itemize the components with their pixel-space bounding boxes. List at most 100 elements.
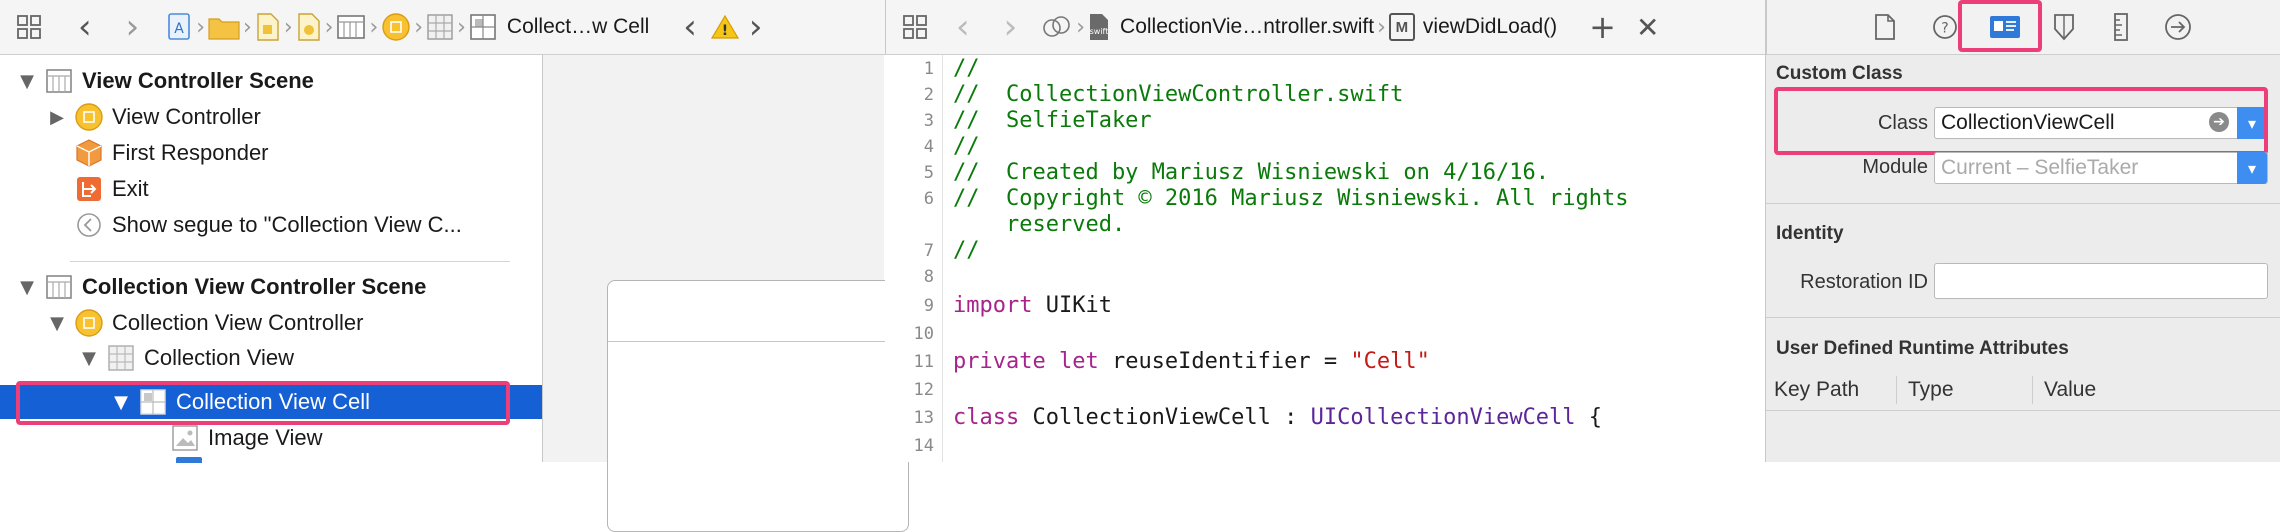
size-inspector-icon[interactable] (2111, 12, 2131, 42)
storyboard-canvas[interactable] (543, 55, 909, 532)
storyboard-file-icon[interactable] (255, 13, 281, 41)
swift-file-icon[interactable]: swift (1088, 13, 1110, 41)
code-token: private let (953, 349, 1099, 374)
line-number: 11 (913, 352, 934, 372)
identity-inspector-icon[interactable] (1983, 7, 2027, 47)
outline-row-label: Collection View Controller Scene (82, 274, 427, 299)
module-placeholder: Current – SelfieTaker (1941, 156, 2139, 179)
module-label: Module (1862, 156, 1928, 178)
module-field[interactable]: Current – SelfieTaker ▾ (1934, 152, 2268, 184)
view-controller-icon (74, 102, 104, 132)
restoration-id-field[interactable] (1934, 263, 2268, 299)
automatic-mode-icon[interactable] (1041, 13, 1073, 41)
close-editor-icon[interactable]: ✕ (1636, 11, 1659, 44)
path-separator-icon: › (457, 14, 466, 40)
path-separator-icon: › (1377, 14, 1386, 40)
back-chevron-icon[interactable]: ‹ (78, 10, 92, 44)
class-label: Class (1877, 112, 1928, 134)
code-token: UICollectionViewCell (1310, 405, 1576, 430)
outline-row-first-responder[interactable]: First Responder (0, 135, 542, 171)
disclosure-triangle-open-icon[interactable]: ▼ (16, 277, 38, 298)
code-line: import UIKit (953, 293, 1112, 318)
breadcrumb-current[interactable]: Collect…w Cell (507, 15, 649, 39)
outline-row-scene[interactable]: ▼ View Controller Scene (0, 63, 542, 99)
path-separator-icon: › (369, 14, 379, 40)
column-header-key-path[interactable]: Key Path (1774, 378, 1859, 402)
connections-inspector-icon[interactable] (2163, 12, 2193, 42)
line-number: 3 (923, 111, 934, 131)
outline-row-collection-view[interactable]: ▼ Collection View (0, 340, 542, 376)
outline-row-label: View Controller Scene (82, 68, 314, 93)
warning-icon[interactable]: ! (710, 14, 739, 40)
restoration-id-label: Restoration ID (1800, 271, 1928, 293)
previous-issue-chevron-icon[interactable]: ‹ (683, 10, 697, 44)
editor-method-name[interactable]: viewDidLoad() (1423, 15, 1557, 39)
outline-row-collection-view-controller[interactable]: ▼ Collection View Controller (0, 305, 542, 341)
outline-row-exit[interactable]: Exit (0, 171, 542, 207)
collection-view-icon[interactable] (426, 13, 454, 41)
navigate-arrow-icon[interactable]: ➔ (2209, 112, 2229, 132)
file-inspector-icon[interactable] (1873, 13, 1897, 41)
scene-icon (44, 272, 74, 302)
disclosure-triangle-open-icon[interactable]: ▼ (46, 313, 68, 334)
disclosure-triangle-open-icon[interactable]: ▼ (78, 348, 100, 369)
document-outline: ▼ View Controller Scene ▶ View Controlle… (0, 55, 542, 463)
code-token: "Cell" (1350, 349, 1430, 374)
code-line: // (953, 56, 980, 81)
back-chevron-icon[interactable]: ‹ (956, 10, 970, 44)
collection-view-cell-icon[interactable] (469, 13, 497, 41)
column-header-type[interactable]: Type (1908, 378, 1954, 402)
line-gutter: 1 2 3 4 5 6 7 8 9 10 11 12 13 14 (885, 55, 943, 462)
code-editor[interactable]: 1 2 3 4 5 6 7 8 9 10 11 12 13 14 // // C… (885, 55, 1765, 462)
forward-chevron-icon[interactable]: › (126, 10, 140, 44)
module-dropdown-icon[interactable]: ▾ (2237, 152, 2267, 184)
storyboard-base-icon[interactable] (296, 13, 322, 41)
attributes-inspector-icon[interactable] (2049, 12, 2079, 42)
disclosure-triangle-open-icon[interactable]: ▼ (110, 392, 132, 413)
outline-row-view-controller[interactable]: ▶ View Controller (0, 99, 542, 135)
runtime-attributes-table-header: Key Path Type Value (1766, 370, 2280, 411)
code-line: private let reuseIdentifier = "Cell" (953, 349, 1430, 374)
related-items-icon[interactable] (898, 14, 932, 40)
add-editor-icon[interactable]: + (1589, 8, 1616, 46)
path-separator-icon: › (243, 14, 252, 40)
outline-row-scene[interactable]: ▼ Collection View Controller Scene (0, 269, 542, 305)
column-header-value[interactable]: Value (2044, 378, 2096, 402)
column-divider (2032, 376, 2033, 404)
inspector-tab-bar: ? (1766, 0, 2280, 55)
class-dropdown-icon[interactable]: ▾ (2237, 107, 2267, 139)
project-icon[interactable]: A (167, 13, 193, 41)
outline-row-label: View Controller (112, 104, 261, 129)
forward-chevron-icon[interactable]: › (1004, 10, 1018, 44)
code-line: class CollectionViewCell : UICollectionV… (953, 405, 1602, 430)
outline-divider (70, 261, 510, 262)
exit-icon (74, 174, 104, 204)
related-items-icon[interactable] (12, 14, 46, 40)
quick-help-icon[interactable]: ? (1931, 13, 1959, 41)
editor-file-name[interactable]: CollectionVie…ntroller.swift (1120, 15, 1374, 39)
outline-row-segue[interactable]: Show segue to "Collection View C... (0, 207, 542, 243)
view-controller-icon[interactable] (381, 12, 411, 42)
image-view-icon (170, 423, 200, 453)
outline-row-image-view[interactable]: Image View (0, 420, 542, 456)
outline-row-collection-view-cell[interactable]: ▼ Collection View Cell (0, 385, 542, 419)
svg-text:A: A (174, 21, 184, 37)
device-frame[interactable] (607, 280, 909, 532)
next-issue-chevron-icon[interactable]: › (749, 10, 763, 44)
outline-row-partial-icon (176, 457, 202, 463)
code-token: CollectionViewCell : (1019, 405, 1311, 430)
code-line: // (953, 238, 980, 263)
folder-icon[interactable] (208, 14, 240, 40)
scene-icon[interactable] (336, 14, 366, 40)
code-line: reserved. (953, 212, 1126, 237)
line-number: 13 (913, 408, 934, 428)
disclosure-triangle-open-icon[interactable]: ▼ (16, 71, 38, 92)
line-number: 4 (923, 137, 934, 157)
disclosure-triangle-closed-icon[interactable]: ▶ (46, 107, 68, 128)
class-field[interactable]: CollectionViewCell ➔ ▾ (1934, 107, 2268, 139)
outline-row-label: Collection View Cell (176, 389, 371, 414)
column-divider (1896, 376, 1897, 404)
svg-text:swift: swift (1090, 27, 1109, 36)
scene-icon (44, 66, 74, 96)
outline-row-label: Show segue to "Collection View C... (112, 212, 462, 237)
